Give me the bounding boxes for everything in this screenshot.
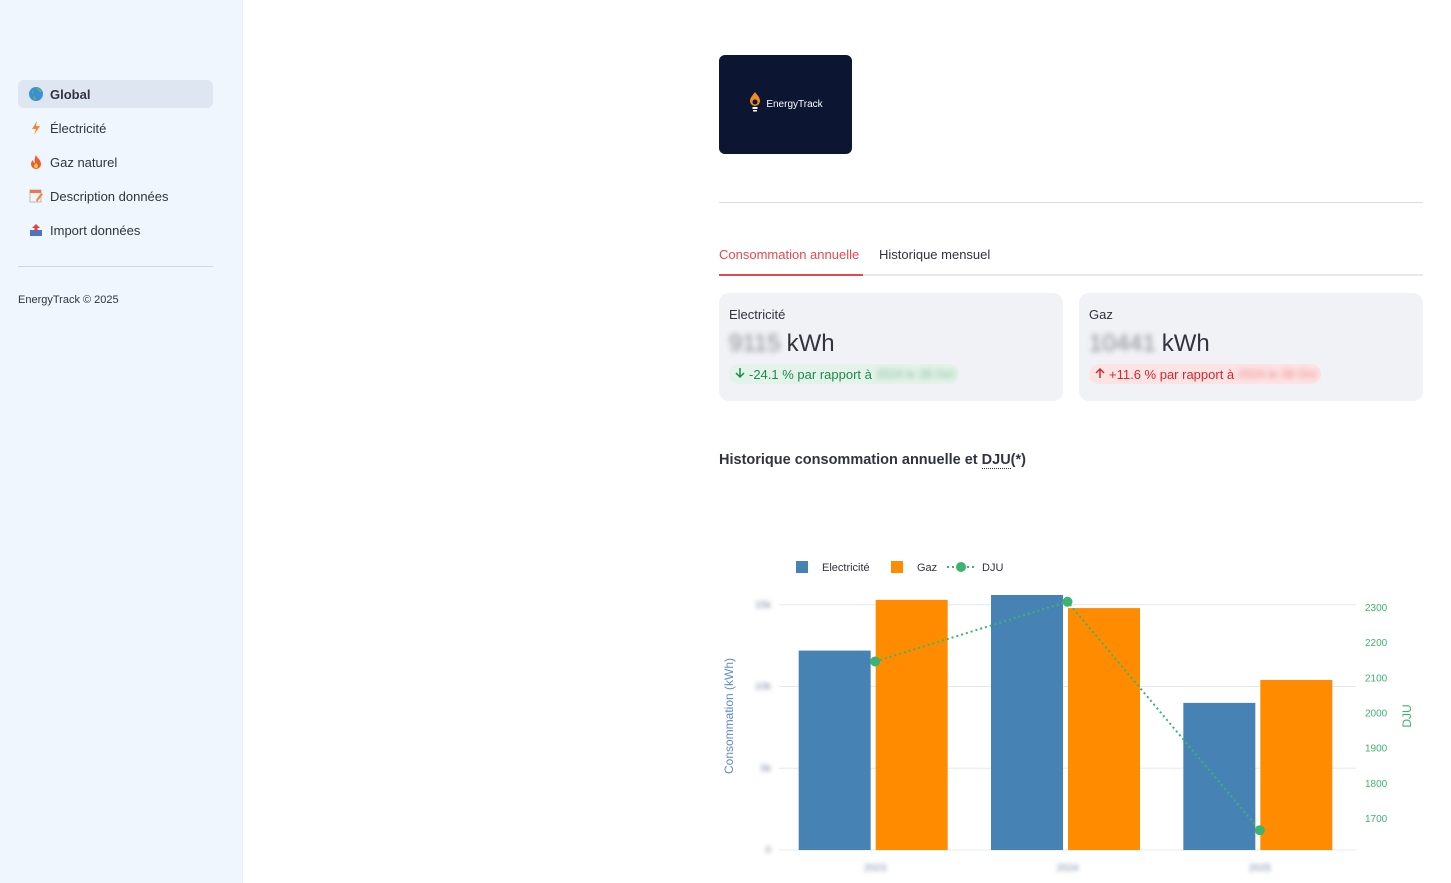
x-tick-label: 2025 (1249, 863, 1272, 874)
active-tab-indicator (719, 274, 863, 276)
bar-gaz-2025 (1260, 680, 1333, 850)
sidebar-item-electricite[interactable]: Électricité (18, 114, 213, 142)
sidebar-item-label: Global (50, 86, 91, 102)
y-axis-label: Consommation (kWh) (722, 658, 736, 774)
metric-value: 9115 kWh (729, 330, 1053, 358)
notepad-icon (28, 188, 44, 204)
y2-tick-label: 2100 (1365, 673, 1388, 684)
x-tick-label: 2024 (1056, 863, 1079, 874)
sidebar-item-global[interactable]: Global (18, 80, 213, 108)
y2-tick-label: 1700 (1365, 814, 1388, 825)
y2-tick-label: 2000 (1365, 709, 1388, 720)
sidebar-item-label: Import données (50, 222, 141, 238)
metric-card-gaz: Gaz 10441 kWh +11.6 % par rapport à 2024… (1079, 293, 1423, 401)
globe-icon (28, 86, 44, 102)
metric-value: 10441 kWh (1089, 330, 1413, 358)
consumption-chart[interactable]: 0 5k 10k 15k 1700 1800 1900 2000 2100 2200 2300 Con… (719, 523, 1423, 883)
tab-bar: Consommation annuelle Historique mensuel (719, 244, 1423, 276)
sidebar-item-description-donnees[interactable]: Description données (18, 182, 213, 210)
legend-marker-dju (956, 562, 966, 572)
sidebar-item-import-donnees[interactable]: Import données (18, 216, 213, 244)
chart-title: Historique consommation annuelle et DJU(… (719, 452, 1026, 469)
dju-point-2025 (1254, 825, 1265, 836)
y-tick-label: 5k (760, 763, 772, 774)
sidebar: Global Électricité Gaz naturel Descripti… (0, 0, 243, 883)
metric-card-electricite: Electricité 9115 kWh -24.1 % par rapport… (719, 293, 1063, 401)
metric-label: Gaz (1089, 307, 1113, 322)
dju-point-2023 (870, 656, 881, 667)
sidebar-divider (18, 266, 213, 267)
legend-label-gaz: Gaz (917, 562, 937, 574)
main-divider (719, 202, 1423, 203)
legend-swatch-gaz (891, 561, 903, 573)
lightning-icon (28, 120, 44, 136)
delta-reference: 2024 le 28 Oct (875, 367, 954, 381)
bar-gaz-2024 (1068, 608, 1140, 850)
sidebar-footer: EnergyTrack © 2025 (18, 294, 119, 306)
arrow-down-icon (734, 367, 746, 382)
sidebar-nav: Global Électricité Gaz naturel Descripti… (18, 80, 213, 250)
delta-text: -24.1 % par rapport à (749, 366, 872, 382)
y2-tick-label: 2300 (1365, 603, 1388, 614)
dju-abbreviation[interactable]: DJU (981, 452, 1011, 469)
y2-tick-label: 1900 (1365, 744, 1388, 755)
chart-title-text: Historique consommation annuelle et (719, 452, 982, 468)
metric-delta: +11.6 % par rapport à 2024 le 28 Oct (1089, 364, 1322, 384)
tab-consommation-annuelle[interactable]: Consommation annuelle (719, 247, 859, 262)
sidebar-item-label: Gaz naturel (50, 154, 118, 170)
delta-reference: 2024 le 28 Oct (1238, 367, 1317, 381)
sidebar-item-label: Électricité (50, 120, 107, 136)
legend-label-dju: DJU (982, 562, 1003, 574)
x-tick-label: 2023 (864, 863, 887, 874)
logo-text: EnergyTrack (766, 99, 823, 110)
y2-tick-label: 2200 (1365, 638, 1388, 649)
metric-unit: kWh (1161, 330, 1210, 357)
y-tick-label: 0 (765, 845, 771, 856)
y-tick-label: 15k (755, 600, 772, 611)
metric-number: 10441 (1089, 330, 1156, 357)
sidebar-item-gaz-naturel[interactable]: Gaz naturel (18, 148, 213, 176)
legend-swatch-electricite (796, 561, 808, 573)
flame-icon (28, 154, 44, 170)
metric-number: 9115 (729, 330, 781, 357)
inbox-upload-icon (28, 222, 44, 238)
y-tick-label: 10k (755, 682, 772, 693)
energytrack-logo: EnergyTrack (719, 55, 852, 154)
bulb-flame-icon (748, 91, 762, 118)
metric-unit: kWh (786, 330, 835, 357)
bar-electricité-2025 (1183, 702, 1256, 850)
metric-delta: -24.1 % par rapport à 2024 le 28 Oct (729, 364, 959, 384)
bar-electricité-2023 (798, 650, 871, 850)
y2-tick-label: 1800 (1365, 779, 1388, 790)
bar-gaz-2023 (875, 599, 948, 850)
dju-point-2024 (1062, 596, 1073, 607)
sidebar-item-label: Description données (50, 188, 169, 204)
legend-label-electricite: Electricité (822, 562, 870, 574)
bar-electricité-2024 (991, 595, 1063, 850)
chart-title-suffix: (*) (1010, 452, 1026, 468)
delta-text: +11.6 % par rapport à (1109, 366, 1235, 382)
y2-axis-label: DJU (1400, 704, 1414, 727)
tab-historique-mensuel[interactable]: Historique mensuel (879, 247, 990, 262)
arrow-up-icon (1094, 367, 1106, 382)
metric-label: Electricité (729, 307, 786, 322)
